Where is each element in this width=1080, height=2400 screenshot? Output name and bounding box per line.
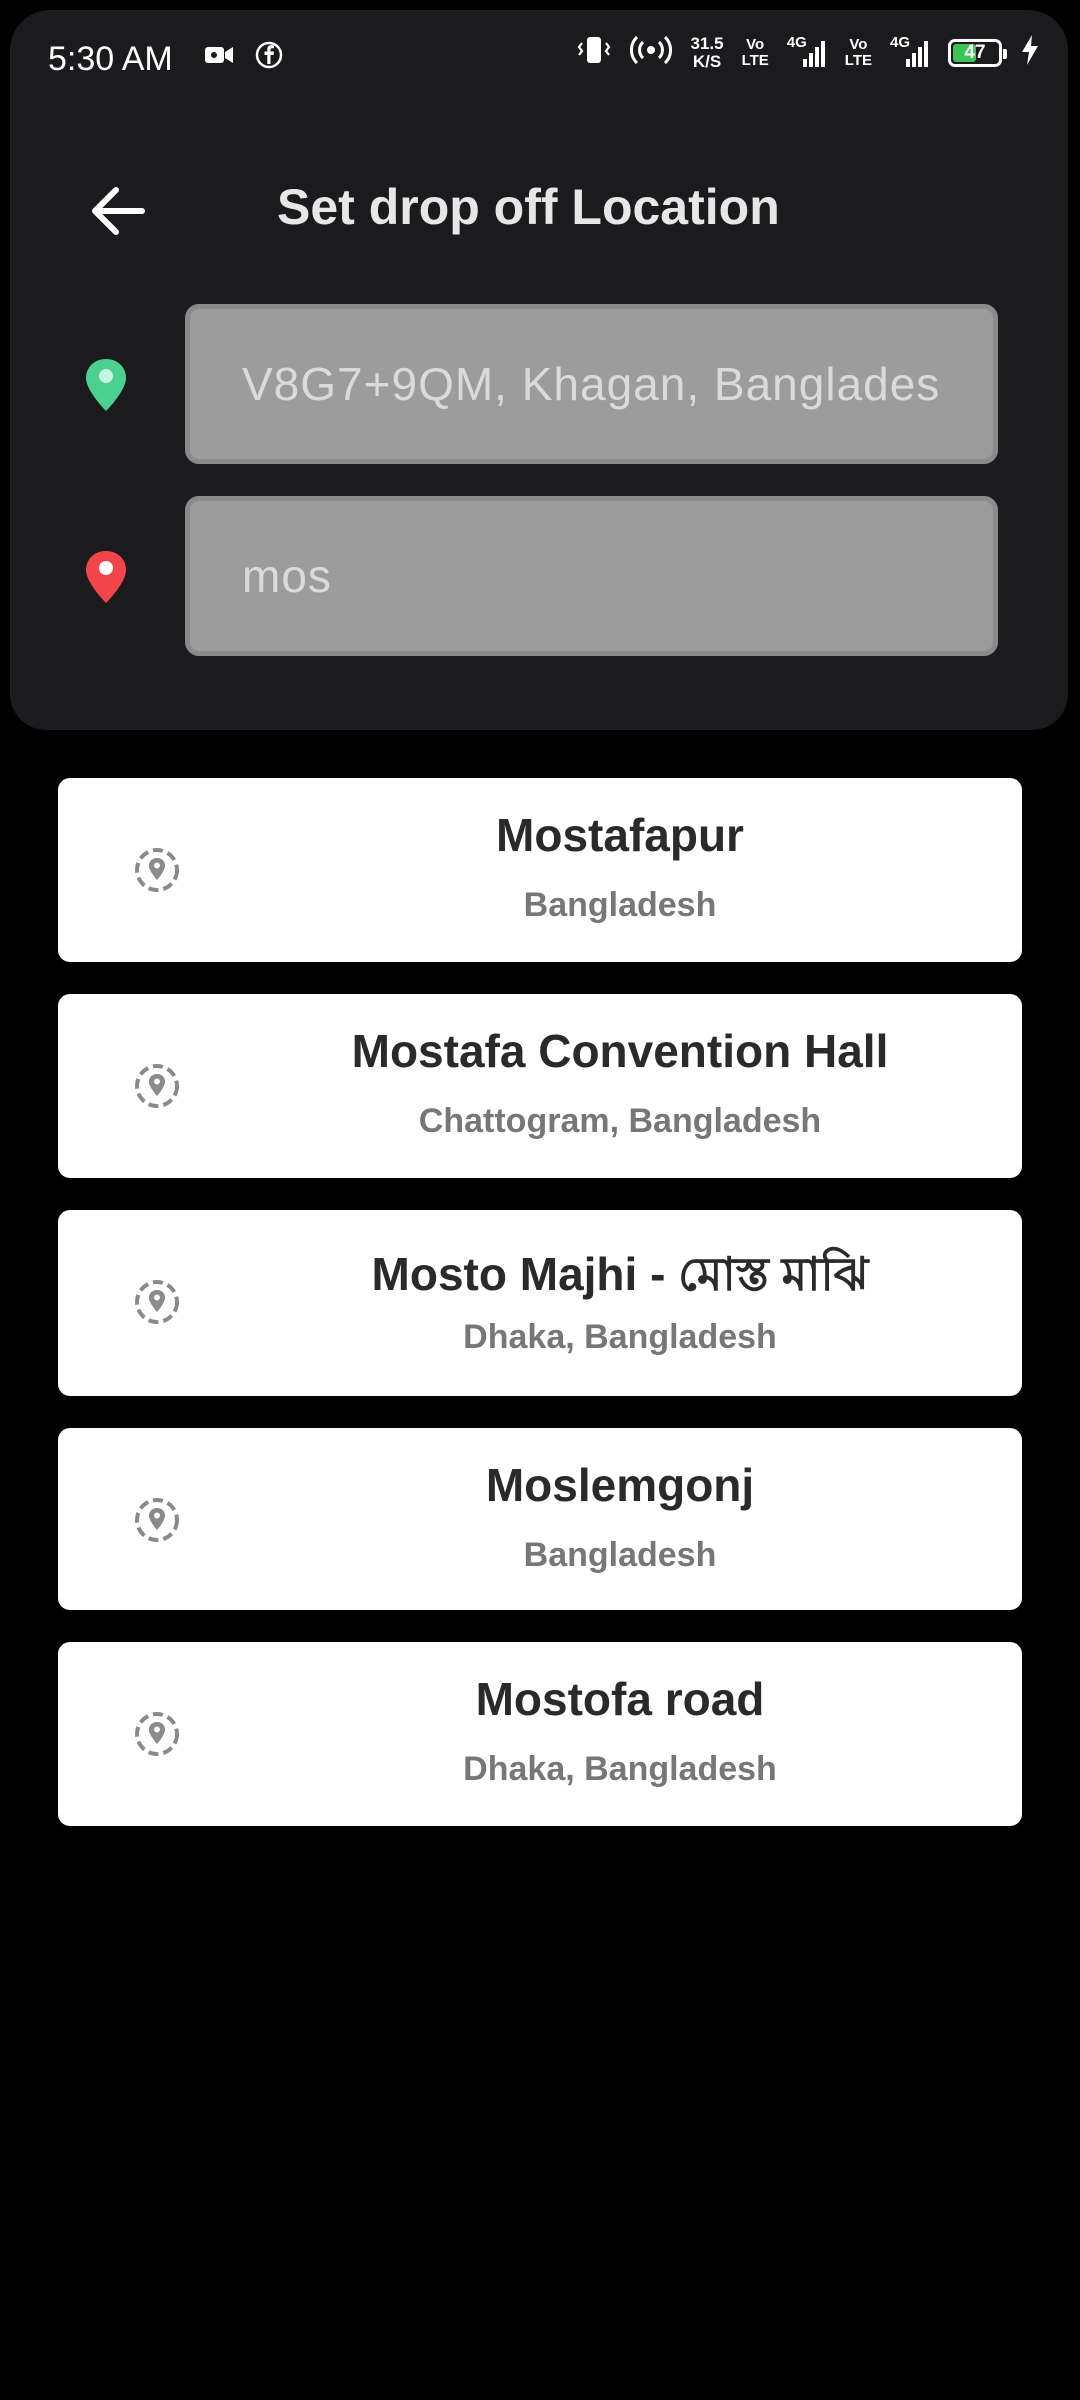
red-pin-icon [83,549,129,605]
sim2-volte-top: Vo [849,35,868,53]
speed-unit: K/S [692,51,722,71]
result-title: Mostafa Convention Hall [351,1025,889,1077]
pickup-field[interactable] [185,304,998,464]
green-pin-icon [83,357,129,413]
result-subtitle: Bangladesh [523,886,717,924]
result-title: Mostofa road [475,1673,765,1725]
status-time: 5:30 AM [48,40,173,78]
facebook-icon [254,40,284,75]
arrow-left-icon [92,187,145,235]
dropoff-input[interactable] [242,501,942,651]
result-item[interactable]: Mosto Majhi - মোস্ত মাঝি Dhaka, Banglade… [58,1210,1022,1396]
results-list: Mostafapur Bangladesh Mostafa Convention… [58,778,1022,1858]
sim1-volte: Vo LTE [741,35,769,69]
sim1-volte-bottom: LTE [741,51,769,69]
battery-level: 47 [964,41,986,63]
location-search-icon [135,1064,179,1108]
video-camera-icon [204,44,234,71]
result-subtitle: Chattogram, Bangladesh [418,1102,822,1140]
location-search-icon [135,848,179,892]
page-title: Set drop off Location [277,179,780,235]
status-left-icons [204,40,284,75]
result-item[interactable]: Mostafapur Bangladesh [58,778,1022,962]
network-speed: 31.5 K/S [690,33,724,71]
result-title: Moslemgonj [485,1459,755,1511]
hotspot-icon [630,34,673,71]
dropoff-field[interactable] [185,496,998,656]
location-search-icon [135,1498,179,1542]
battery-cap [1003,48,1007,59]
sim2-signal-icon: 4G [890,34,930,71]
sim1-signal-icon: 4G [787,34,827,71]
status-bar: 5:30 AM 31.5 K/S Vo LTE 4G Vo LTE 4G 47 [10,10,1068,104]
back-button[interactable] [82,175,154,247]
location-search-icon [135,1712,179,1756]
location-search-icon [135,1280,179,1324]
sim1-volte-top: Vo [746,35,765,53]
battery-icon: 47 [948,38,1007,67]
result-title: Mosto Majhi - মোস্ত মাঝি [371,1248,869,1300]
result-subtitle: Bangladesh [523,1536,717,1574]
pickup-input[interactable] [242,309,942,459]
result-title: Mostafapur [496,809,744,861]
speed-value: 31.5 [690,33,724,53]
sim2-volte-bottom: LTE [844,51,872,69]
charging-icon [1020,34,1040,71]
result-subtitle: Dhaka, Bangladesh [463,1318,777,1356]
sim2-volte: Vo LTE [844,35,872,69]
result-item[interactable]: Mostofa road Dhaka, Bangladesh [58,1642,1022,1826]
vibrate-icon [576,34,612,71]
status-right-icons: 31.5 K/S Vo LTE 4G Vo LTE 4G 47 [576,34,1040,71]
result-item[interactable]: Moslemgonj Bangladesh [58,1428,1022,1610]
result-subtitle: Dhaka, Bangladesh [463,1750,777,1788]
result-item[interactable]: Mostafa Convention Hall Chattogram, Bang… [58,994,1022,1178]
